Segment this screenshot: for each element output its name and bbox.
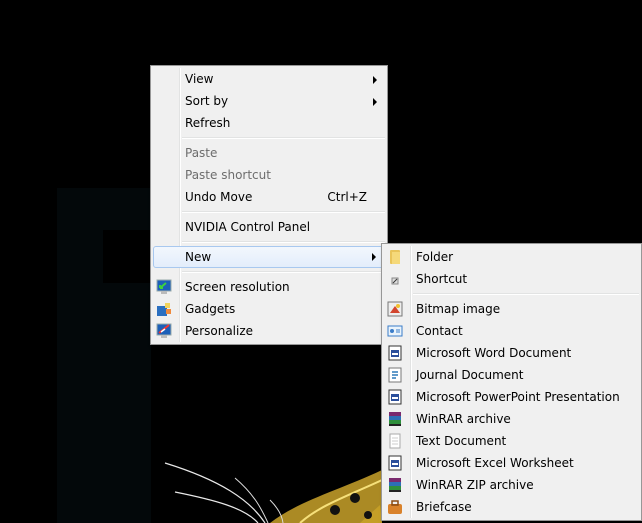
menu-item-label: Bitmap image — [416, 302, 501, 316]
menu-item-gadgets[interactable]: Gadgets — [151, 298, 387, 320]
folder-icon — [390, 250, 400, 264]
menu-separator — [182, 271, 385, 273]
menu-item-label: NVIDIA Control Panel — [185, 220, 311, 234]
menu-item-label: Folder — [416, 250, 454, 264]
menu-separator — [182, 241, 385, 243]
word-document-icon — [388, 345, 402, 361]
menu-item-paste-shortcut[interactable]: Paste shortcut — [151, 164, 387, 186]
new-item-winrar-zip-archive[interactable]: WinRAR ZIP archive — [382, 474, 641, 496]
menu-item-label: Contact — [416, 324, 463, 338]
new-item-word-document[interactable]: Microsoft Word Document — [382, 342, 641, 364]
menu-item-label: Sort by — [185, 94, 229, 108]
menu-item-label: View — [185, 72, 214, 86]
new-item-folder[interactable]: Folder — [382, 246, 641, 268]
menu-item-view[interactable]: View — [151, 68, 387, 90]
menu-item-label: Gadgets — [185, 302, 236, 316]
briefcase-icon — [388, 500, 402, 514]
menu-separator — [182, 211, 385, 213]
new-item-contact[interactable]: Contact — [382, 320, 641, 342]
menu-item-shortcut: Ctrl+Z — [327, 190, 367, 204]
menu-item-label: Shortcut — [416, 272, 468, 286]
menu-item-screen-resolution[interactable]: Screen resolution — [151, 276, 387, 298]
winrar-zip-icon — [389, 478, 401, 492]
text-document-icon — [389, 433, 401, 449]
new-item-winrar-archive[interactable]: WinRAR archive — [382, 408, 641, 430]
menu-item-label: Microsoft Word Document — [416, 346, 572, 360]
menu-item-nvidia-control-panel[interactable]: NVIDIA Control Panel — [151, 216, 387, 238]
bitmap-icon — [387, 301, 403, 317]
new-item-journal-document[interactable]: Journal Document — [382, 364, 641, 386]
menu-item-personalize[interactable]: Personalize — [151, 320, 387, 342]
new-item-briefcase[interactable]: Briefcase — [382, 496, 641, 518]
powerpoint-icon — [388, 389, 402, 405]
new-item-text-document[interactable]: Text Document — [382, 430, 641, 452]
contact-icon — [387, 325, 403, 337]
submenu-arrow-icon — [372, 253, 376, 261]
gadgets-icon — [157, 303, 171, 316]
menu-item-refresh[interactable]: Refresh — [151, 112, 387, 134]
personalize-icon — [156, 323, 172, 338]
excel-icon — [388, 455, 402, 471]
menu-item-label: Text Document — [416, 434, 507, 448]
menu-item-label: WinRAR ZIP archive — [416, 478, 534, 492]
submenu-arrow-icon — [373, 76, 377, 84]
menu-item-new[interactable]: New — [153, 246, 385, 268]
menu-item-label: New — [185, 250, 212, 264]
menu-item-label: Screen resolution — [185, 280, 290, 294]
menu-item-label: Paste shortcut — [185, 168, 271, 182]
new-item-powerpoint-presentation[interactable]: Microsoft PowerPoint Presentation — [382, 386, 641, 408]
shortcut-icon — [391, 277, 399, 285]
menu-separator — [182, 137, 385, 139]
menu-item-label: Paste — [185, 146, 218, 160]
menu-item-sort-by[interactable]: Sort by — [151, 90, 387, 112]
menu-item-label: Undo Move — [185, 190, 253, 204]
menu-item-label: Refresh — [185, 116, 231, 130]
menu-item-label: Journal Document — [416, 368, 524, 382]
new-submenu: Folder Shortcut Bitmap image Contact Mic… — [381, 243, 642, 521]
menu-item-label: WinRAR archive — [416, 412, 511, 426]
new-item-excel-worksheet[interactable]: Microsoft Excel Worksheet — [382, 452, 641, 474]
menu-item-label: Personalize — [185, 324, 254, 338]
screen-resolution-icon — [156, 279, 172, 294]
journal-document-icon — [388, 367, 402, 383]
desktop-context-menu: View Sort by Refresh Paste Paste shortcu… — [150, 65, 388, 345]
new-item-shortcut[interactable]: Shortcut — [382, 268, 641, 290]
menu-separator — [413, 293, 639, 295]
menu-item-paste[interactable]: Paste — [151, 142, 387, 164]
menu-item-label: Microsoft PowerPoint Presentation — [416, 390, 620, 404]
winrar-icon — [389, 412, 401, 426]
menu-item-label: Briefcase — [416, 500, 472, 514]
submenu-arrow-icon — [373, 98, 377, 106]
menu-item-undo-move[interactable]: Undo Move Ctrl+Z — [151, 186, 387, 208]
menu-item-label: Microsoft Excel Worksheet — [416, 456, 574, 470]
new-item-bitmap-image[interactable]: Bitmap image — [382, 298, 641, 320]
